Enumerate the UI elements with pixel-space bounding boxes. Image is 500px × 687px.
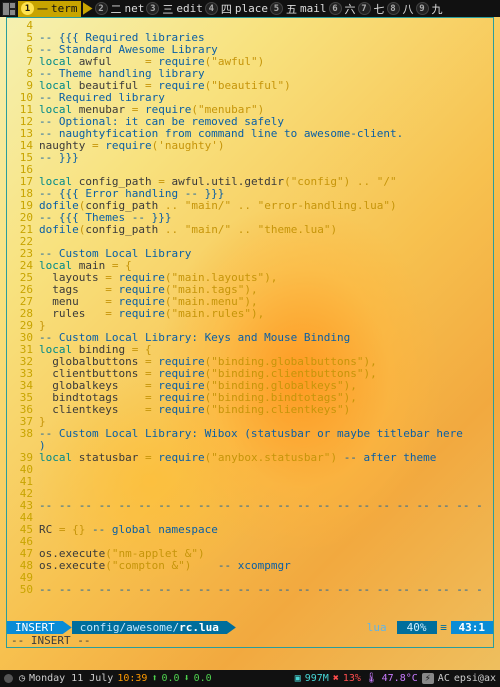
mode-segment: INSERT [7,621,63,634]
workspace-9[interactable]: 9九 [416,1,443,17]
code-content: -- }}} [39,152,493,164]
workspace-symbol: 七 [374,1,385,17]
code-line[interactable]: 28 rules = require("main.rules"), [7,308,493,320]
terminal-editor[interactable]: 45-- {{{ Required libraries6-- Standard … [6,17,494,648]
net-up-icon: ⬆ [151,673,157,684]
line-number: 7 [7,56,39,68]
workspace-badge-icon: 1 [21,2,34,15]
workspace-label: term [51,2,78,15]
code-line[interactable]: 39local statusbar = require("anybox.stat… [7,452,493,464]
workspace-4[interactable]: 4四place [205,1,268,17]
workspace-badge-icon: 4 [205,2,218,15]
code-content [39,476,493,488]
line-number: 4 [7,20,39,32]
mem-text: 997M [305,673,329,684]
powerline-arrow-icon [83,2,93,15]
workspace-symbol: 五 [286,1,297,17]
mem-icon: ▣ [295,673,301,684]
workspace-badge-icon: 9 [416,2,429,15]
workspace-7[interactable]: 7七 [358,1,385,17]
workspace-label: edit [176,2,203,15]
code-content: RC = {} -- global namespace [39,524,493,536]
code-line[interactable]: 38-- Custom Local Library: Wibox (status… [7,428,493,452]
date-text: Monday 11 July [29,673,113,684]
workspace-8[interactable]: 8八 [387,1,414,17]
powerline-arrow-icon [63,621,72,634]
menu-icon[interactable] [4,674,13,683]
workspace-label: mail [300,2,327,15]
workspace-6[interactable]: 6六 [329,1,356,17]
code-line[interactable]: 36 clientkeys = require("binding.clientk… [7,404,493,416]
powerline-chevron-icon: ≡ [437,621,451,634]
power-text: AC [438,673,450,684]
workspace-badge-icon: 7 [358,2,371,15]
time-text: 10:39 [117,673,147,684]
cpu-text: 13% [343,673,361,684]
workspace-symbol: 九 [432,1,443,17]
net-down-icon: ⬇ [184,673,190,684]
code-line[interactable]: 45RC = {} -- global namespace [7,524,493,536]
top-taskbar: 1一term 2二net3三edit4四place5五mail6六7七8八9九 [0,0,500,17]
user-text: epsi@ax [454,673,496,684]
workspace-symbol: 二 [111,1,122,17]
net-down: 0.0 [194,673,212,684]
clock-icon: ◷ [19,673,25,684]
path-segment: config/awesome/rc.lua [72,621,227,634]
filetype-segment: lua [357,621,397,634]
line-number: 8 [7,68,39,80]
workspace-2[interactable]: 2二net [95,1,145,17]
code-line[interactable]: 14naughty = require('naughty') [7,140,493,152]
workspace-symbol: 三 [162,1,173,17]
line-number: 50 [7,584,39,596]
workspace-3[interactable]: 3三edit [146,1,203,17]
code-line[interactable]: 21dofile(config_path .. "main/" .. "them… [7,224,493,236]
workspace-badge-icon: 5 [270,2,283,15]
percent-segment: 40% [397,621,437,634]
workspace-symbol: 六 [345,1,356,17]
code-line[interactable]: 50-- -- -- -- -- -- -- -- -- -- -- -- --… [7,584,493,596]
code-content: local statusbar = require("anybox.status… [39,452,493,464]
code-content [39,464,493,476]
code-content: os.execute("compton &") -- xcompmgr [39,560,493,572]
code-line[interactable]: 15-- }}} [7,152,493,164]
line-number: 5 [7,32,39,44]
workspace-1[interactable]: 1一term [18,1,81,17]
code-content: naughty = require('naughty') [39,140,493,152]
temp-text: 47.8°C [382,673,418,684]
code-content: -- -- -- -- -- -- -- -- -- -- -- -- -- -… [39,500,493,512]
code-content: -- Custom Local Library: Wibox (statusba… [39,428,493,452]
temp-icon: 🌡 [365,673,378,684]
line-number: 38 [7,428,39,452]
mode-echo: -- INSERT -- [7,634,493,647]
workspace-symbol: 四 [221,1,232,17]
cpu-icon: ✖ [333,673,339,684]
workspace-symbol: 一 [37,1,48,17]
code-line[interactable]: 40 [7,464,493,476]
workspace-badge-icon: 2 [95,2,108,15]
net-up: 0.0 [161,673,179,684]
code-content: -- -- -- -- -- -- -- -- -- -- -- -- -- -… [39,584,493,596]
code-content: clientkeys = require("binding.clientkeys… [39,404,493,416]
code-line[interactable]: 48os.execute("compton &") -- xcompmgr [7,560,493,572]
bottom-statusbar: ◷ Monday 11 July 10:39 ⬆ 0.0 ⬇ 0.0 ▣ 997M ✖… [0,670,500,687]
powerline-arrow-icon [227,621,236,634]
workspace-badge-icon: 8 [387,2,400,15]
workspace-label: place [235,2,268,15]
code-area[interactable]: 45-- {{{ Required libraries6-- Standard … [7,20,493,621]
code-line[interactable]: 43-- -- -- -- -- -- -- -- -- -- -- -- --… [7,500,493,512]
workspace-badge-icon: 3 [146,2,159,15]
code-content: dofile(config_path .. "main/" .. "theme.… [39,224,493,236]
position-segment: 43:1 [451,621,494,634]
workspace-symbol: 八 [403,1,414,17]
line-number: 6 [7,44,39,56]
layout-icon[interactable] [2,2,16,16]
workspace-label: net [125,2,145,15]
code-line[interactable]: 41 [7,476,493,488]
code-content: rules = require("main.rules"), [39,308,493,320]
vim-statusline: INSERT config/awesome/rc.lua lua 40% ≡ 4… [7,621,493,634]
power-icon: ⚡ [422,673,434,684]
workspace-badge-icon: 6 [329,2,342,15]
workspace-5[interactable]: 5五mail [270,1,327,17]
